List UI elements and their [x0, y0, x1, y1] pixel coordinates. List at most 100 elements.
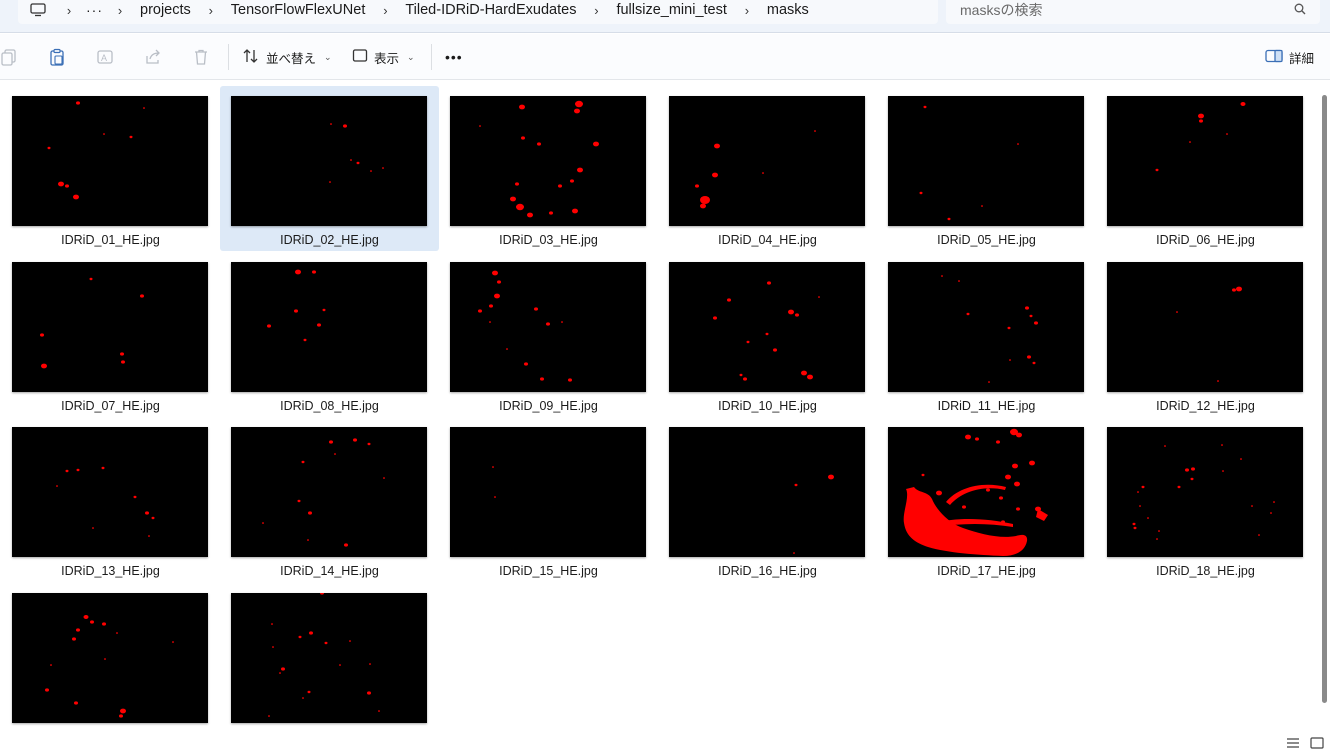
file-name[interactable]: IDRiD_06_HE.jpg: [1096, 233, 1315, 247]
view-icon: [352, 48, 368, 67]
breadcrumb-more[interactable]: ···: [80, 2, 109, 18]
file-item[interactable]: IDRiD_01_HE.jpg: [1, 86, 220, 251]
file-thumbnail[interactable]: [231, 593, 427, 723]
file-thumbnail[interactable]: [12, 593, 208, 723]
file-thumbnail[interactable]: [888, 427, 1084, 557]
file-thumbnail[interactable]: [450, 96, 646, 226]
file-thumbnail[interactable]: [231, 96, 427, 226]
file-item[interactable]: IDRiD_12_HE.jpg: [1096, 252, 1315, 417]
file-item[interactable]: IDRiD_10_HE.jpg: [658, 252, 877, 417]
chevron-right-icon[interactable]: ›: [109, 3, 131, 18]
chevron-right-icon[interactable]: ›: [58, 3, 80, 18]
details-label: 詳細: [1289, 51, 1315, 66]
file-thumbnail[interactable]: [1107, 262, 1303, 392]
copy-icon[interactable]: [0, 46, 20, 68]
delete-icon[interactable]: [190, 46, 212, 68]
file-thumbnail[interactable]: [12, 427, 208, 557]
file-item[interactable]: IDRiD_07_HE.jpg: [1, 252, 220, 417]
file-item[interactable]: IDRiD_02_HE.jpg: [220, 86, 439, 251]
sort-icon: [242, 48, 260, 67]
breadcrumb-item-tensorflowflexunet[interactable]: TensorFlowFlexUNet: [222, 2, 375, 18]
view-button[interactable]: 表示 ⌄: [352, 43, 415, 71]
file-item[interactable]: [1, 583, 220, 748]
search-placeholder: masksの検索: [960, 2, 1043, 18]
file-name[interactable]: IDRiD_03_HE.jpg: [439, 233, 658, 247]
file-name[interactable]: IDRiD_07_HE.jpg: [1, 399, 220, 413]
file-name[interactable]: IDRiD_15_HE.jpg: [439, 564, 658, 578]
details-pane-icon: [1265, 49, 1283, 66]
chevron-right-icon[interactable]: ›: [374, 3, 396, 18]
view-mode-switcher: [1286, 736, 1324, 754]
file-thumbnail[interactable]: [669, 262, 865, 392]
file-name[interactable]: IDRiD_11_HE.jpg: [877, 399, 1096, 413]
file-thumbnail[interactable]: [669, 427, 865, 557]
file-item[interactable]: IDRiD_05_HE.jpg: [877, 86, 1096, 251]
file-item[interactable]: IDRiD_03_HE.jpg: [439, 86, 658, 251]
breadcrumb-item-tiled-idrid[interactable]: Tiled-IDRiD-HardExudates: [396, 2, 585, 18]
file-thumbnail[interactable]: [888, 96, 1084, 226]
file-thumbnail[interactable]: [12, 262, 208, 392]
file-name[interactable]: IDRiD_10_HE.jpg: [658, 399, 877, 413]
file-name[interactable]: IDRiD_02_HE.jpg: [220, 233, 439, 247]
file-item[interactable]: IDRiD_13_HE.jpg: [1, 417, 220, 582]
file-item[interactable]: IDRiD_17_HE.jpg: [877, 417, 1096, 582]
file-name[interactable]: IDRiD_04_HE.jpg: [658, 233, 877, 247]
search-input[interactable]: masksの検索: [946, 0, 1320, 24]
file-thumbnail[interactable]: [12, 96, 208, 226]
breadcrumb-item-projects[interactable]: projects: [131, 2, 200, 18]
file-item[interactable]: IDRiD_15_HE.jpg: [439, 417, 658, 582]
file-thumbnail[interactable]: [1107, 427, 1303, 557]
breadcrumb-item-fullsize-mini-test[interactable]: fullsize_mini_test: [607, 2, 735, 18]
file-name[interactable]: IDRiD_14_HE.jpg: [220, 564, 439, 578]
file-item[interactable]: IDRiD_06_HE.jpg: [1096, 86, 1315, 251]
file-item[interactable]: IDRiD_11_HE.jpg: [877, 252, 1096, 417]
chevron-right-icon[interactable]: ›: [736, 3, 758, 18]
file-item[interactable]: [220, 583, 439, 748]
details-button[interactable]: 詳細: [1265, 43, 1314, 71]
file-name[interactable]: IDRiD_08_HE.jpg: [220, 399, 439, 413]
file-name[interactable]: IDRiD_12_HE.jpg: [1096, 399, 1315, 413]
see-more-button[interactable]: •••: [445, 43, 463, 71]
svg-text:A: A: [101, 53, 107, 63]
breadcrumb-item-masks[interactable]: masks: [758, 2, 818, 18]
rename-icon[interactable]: A: [94, 46, 116, 68]
file-thumbnail[interactable]: [888, 262, 1084, 392]
file-name[interactable]: IDRiD_17_HE.jpg: [877, 564, 1096, 578]
sort-button[interactable]: 並べ替え ⌄: [242, 43, 332, 71]
chevron-down-icon: ⌄: [324, 51, 332, 62]
share-icon[interactable]: [142, 46, 164, 68]
file-item[interactable]: IDRiD_09_HE.jpg: [439, 252, 658, 417]
file-thumbnail[interactable]: [669, 96, 865, 226]
command-bar: A 並べ替え ⌄ 表示 ⌄ ••• 詳細: [0, 34, 1330, 80]
file-item[interactable]: IDRiD_16_HE.jpg: [658, 417, 877, 582]
file-item[interactable]: IDRiD_18_HE.jpg: [1096, 417, 1315, 582]
file-thumbnail[interactable]: [231, 262, 427, 392]
chevron-right-icon[interactable]: ›: [200, 3, 222, 18]
file-item[interactable]: IDRiD_08_HE.jpg: [220, 252, 439, 417]
file-thumbnail[interactable]: [450, 262, 646, 392]
file-thumbnail[interactable]: [1107, 96, 1303, 226]
file-name[interactable]: IDRiD_16_HE.jpg: [658, 564, 877, 578]
file-item[interactable]: IDRiD_14_HE.jpg: [220, 417, 439, 582]
file-name[interactable]: IDRiD_18_HE.jpg: [1096, 564, 1315, 578]
details-view-icon[interactable]: [1286, 736, 1300, 754]
chevron-down-icon: ⌄: [407, 51, 415, 62]
sort-label: 並べ替え: [266, 51, 317, 66]
file-thumbnail[interactable]: [231, 427, 427, 557]
vertical-scrollbar[interactable]: [1322, 95, 1327, 703]
computer-icon[interactable]: [18, 3, 58, 17]
toolbar-divider: [228, 44, 229, 70]
paste-icon[interactable]: [46, 46, 68, 68]
large-icons-view-icon[interactable]: [1310, 736, 1324, 754]
file-thumbnail[interactable]: [450, 427, 646, 557]
search-icon[interactable]: [1294, 2, 1306, 18]
breadcrumb[interactable]: › ··· › projects › TensorFlowFlexUNet › …: [18, 0, 938, 24]
file-name[interactable]: IDRiD_01_HE.jpg: [1, 233, 220, 247]
file-item[interactable]: IDRiD_04_HE.jpg: [658, 86, 877, 251]
toolbar-divider: [431, 44, 432, 70]
address-bar: › ··· › projects › TensorFlowFlexUNet › …: [0, 0, 1330, 33]
file-name[interactable]: IDRiD_05_HE.jpg: [877, 233, 1096, 247]
file-name[interactable]: IDRiD_13_HE.jpg: [1, 564, 220, 578]
file-name[interactable]: IDRiD_09_HE.jpg: [439, 399, 658, 413]
chevron-right-icon[interactable]: ›: [585, 3, 607, 18]
